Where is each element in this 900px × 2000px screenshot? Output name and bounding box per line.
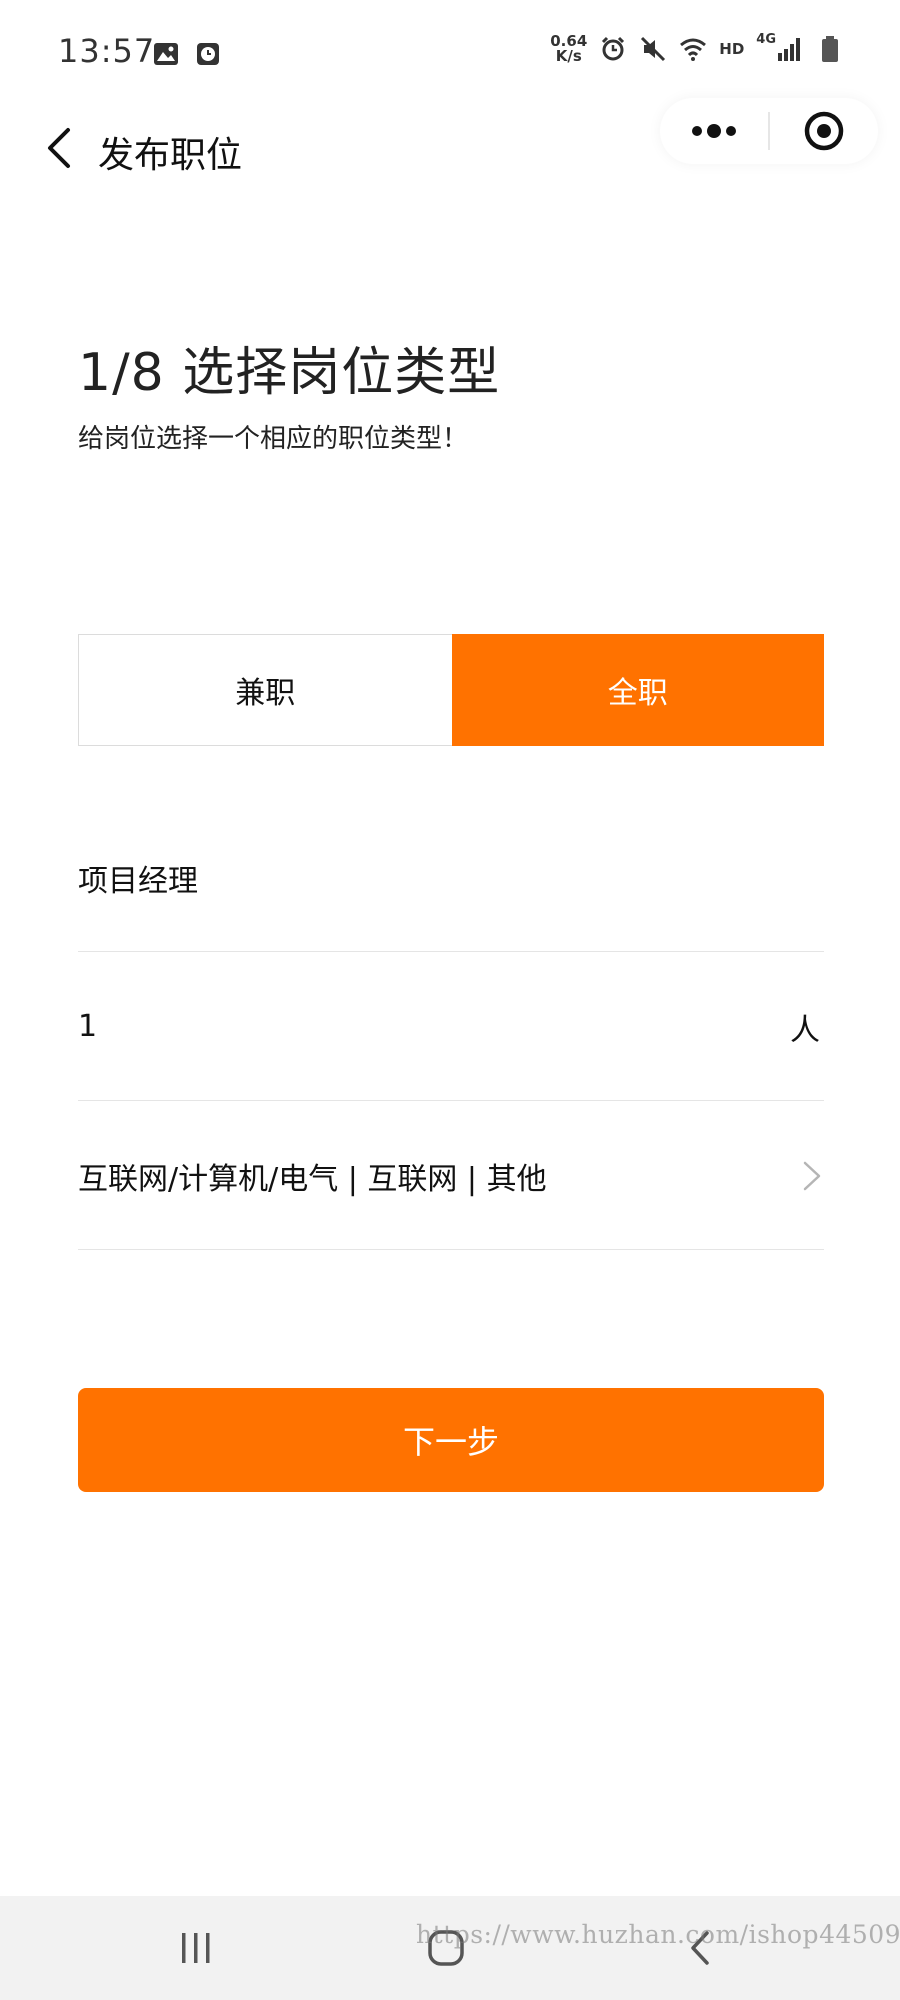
more-dots-icon bbox=[692, 124, 736, 138]
mute-icon bbox=[641, 36, 666, 62]
alarm-icon bbox=[602, 36, 625, 61]
clock-app-icon bbox=[197, 43, 219, 65]
mini-program-capsule bbox=[660, 98, 878, 164]
network-type: 4G bbox=[756, 31, 776, 47]
watermark-text: https://www.huzhan.com/ishop44509 bbox=[416, 1920, 900, 1949]
wifi-icon bbox=[680, 38, 707, 61]
recent-apps-button[interactable] bbox=[166, 1922, 226, 1974]
image-icon bbox=[154, 43, 178, 65]
mini-program-capsule-area bbox=[0, 98, 900, 164]
step-title: 1/8 选择岗位类型 bbox=[78, 343, 501, 403]
hd-label: HD bbox=[719, 40, 745, 58]
job-title-input[interactable] bbox=[78, 847, 824, 908]
headcount-row: 人 bbox=[78, 953, 824, 1101]
recent-apps-icon bbox=[182, 1933, 210, 1963]
headcount-unit: 人 bbox=[790, 1012, 820, 1048]
status-system-icons: 0.64 K/s HD 4G bbox=[550, 31, 844, 64]
category-picker[interactable]: 互联网/计算机/电气 | 互联网 | 其他 bbox=[78, 1102, 824, 1250]
battery-icon bbox=[822, 36, 838, 62]
chevron-right-icon bbox=[803, 1161, 821, 1190]
signal-icon bbox=[778, 38, 800, 61]
target-circle-icon bbox=[804, 111, 844, 151]
job-type-part-time[interactable]: 兼职 bbox=[78, 634, 452, 746]
category-value: 互联网/计算机/电气 | 互联网 | 其他 bbox=[78, 1161, 547, 1197]
status-bar: 13:57 0.64 K/s HD 4G bbox=[0, 0, 900, 100]
job-type-full-time[interactable]: 全职 bbox=[451, 634, 824, 746]
net-speed: 0.64 K/s bbox=[550, 34, 587, 64]
headcount-input[interactable] bbox=[78, 996, 790, 1057]
close-mini-program-button[interactable] bbox=[770, 98, 878, 164]
more-button[interactable] bbox=[660, 98, 768, 164]
net-speed-unit: K/s bbox=[555, 47, 582, 65]
step-subtitle: 给岗位选择一个相应的职位类型！ bbox=[78, 424, 469, 454]
status-notification-icons bbox=[152, 40, 222, 68]
status-time: 13:57 bbox=[58, 32, 156, 70]
job-title-row bbox=[78, 804, 824, 952]
job-type-toggle: 兼职 全职 bbox=[78, 634, 824, 746]
next-step-button[interactable]: 下一步 bbox=[78, 1388, 824, 1492]
